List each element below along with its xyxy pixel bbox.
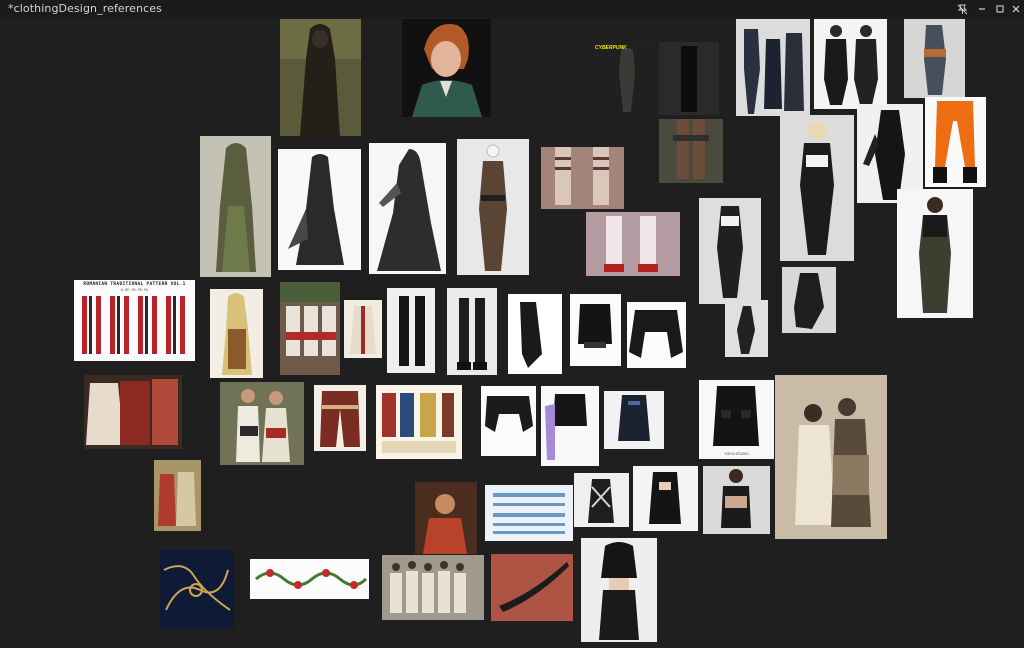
reference-image-corset-top[interactable] <box>703 466 770 534</box>
reference-image-bolero-jacket[interactable] <box>627 302 686 368</box>
reference-image-legs-boots[interactable] <box>659 119 723 183</box>
reference-image-hooded-ranger-forest[interactable] <box>280 19 361 136</box>
reference-image-cutout-bodysuit[interactable] <box>633 466 698 531</box>
reference-image-painted-costume-pair[interactable] <box>154 460 201 531</box>
pin-off-icon[interactable] <box>952 0 972 18</box>
reference-image-redhead-jacket-portrait[interactable] <box>402 19 491 117</box>
reference-image-harness-top[interactable] <box>574 473 629 527</box>
pattern-poster-title: ROMANIAN TRADITIONAL PATTERN VOL.1 <box>83 282 186 287</box>
reference-image-arm-sleeve[interactable] <box>508 294 562 374</box>
reference-canvas[interactable]: CYBERPUNK ROMANIAN TRADITIONAL PATTERN V… <box>0 18 1024 648</box>
reference-image-hooded-crouch[interactable] <box>782 267 836 333</box>
reference-image-embroidered-garments-rack[interactable] <box>84 375 182 449</box>
reference-image-techwear-turnaround[interactable] <box>736 19 810 116</box>
reference-image-lilac-arm-top[interactable] <box>541 386 599 466</box>
pattern-poster-subtitle: A.DE.VR.PR.PA <box>120 288 149 292</box>
reference-image-action-pose-figure[interactable] <box>725 300 768 357</box>
reference-image-knee-socks[interactable] <box>586 212 680 276</box>
reference-image-embroidered-shirt[interactable] <box>344 300 382 358</box>
reference-image-crop-top-black[interactable] <box>570 294 621 366</box>
reference-image-utility-figure[interactable] <box>904 19 965 98</box>
reference-image-costume-plate[interactable] <box>376 385 462 459</box>
reference-image-cloaked-figure-sketch[interactable] <box>369 143 446 274</box>
reference-image-platform-boots[interactable] <box>447 288 497 375</box>
reference-image-romanian-costume-woman[interactable] <box>210 289 263 378</box>
reference-image-cyberpunk-characters[interactable]: CYBERPUNK <box>591 42 719 115</box>
reference-image-cap-cargo-figure[interactable] <box>897 189 973 318</box>
reference-image-orange-cargo-pants[interactable] <box>925 97 986 187</box>
window-title: *clothingDesign_references <box>8 2 162 15</box>
reference-image-bodysuit-blue[interactable] <box>604 391 664 449</box>
minimize-icon[interactable] <box>972 0 992 18</box>
reference-image-romanian-pattern-poster[interactable]: ROMANIAN TRADITIONAL PATTERN VOL.1 A.DE.… <box>74 280 195 361</box>
window-titlebar[interactable]: *clothingDesign_references <box>0 0 1024 18</box>
close-icon[interactable] <box>1006 0 1024 18</box>
reference-image-leather-shrug[interactable] <box>481 386 536 456</box>
reference-image-strappy-top-figure[interactable] <box>699 198 761 304</box>
reference-image-mannequin-outfit[interactable] <box>457 139 529 275</box>
cyberpunk-logo-text: CYBERPUNK <box>595 45 627 51</box>
reference-image-vintage-group-photo[interactable] <box>382 555 484 620</box>
reference-image-baroque-gold-pattern[interactable] <box>160 550 234 628</box>
vest-tag-text: YOHJI STUDIO <box>724 452 749 456</box>
reference-image-blade-on-silk[interactable] <box>491 554 573 621</box>
reference-image-thigh-boots[interactable] <box>387 288 435 373</box>
reference-image-folk-dancers-group[interactable] <box>280 282 340 375</box>
reference-image-blue-embroidery-bands[interactable] <box>485 485 573 541</box>
reference-image-utility-vest[interactable]: YOHJI STUDIO <box>699 380 774 459</box>
reference-image-hooded-sketch-green[interactable] <box>200 136 271 277</box>
reference-image-techwear-duo[interactable] <box>814 19 887 109</box>
reference-image-painted-girl-portrait[interactable] <box>415 482 477 554</box>
reference-image-hooded-crop-outfit[interactable] <box>581 538 657 642</box>
reference-image-dark-ranger-sketch[interactable] <box>278 149 361 270</box>
reference-image-floral-border[interactable] <box>250 559 369 599</box>
reference-image-striped-socks[interactable] <box>541 147 624 209</box>
reference-image-woven-trousers[interactable] <box>314 385 366 451</box>
reference-image-vintage-folk-portrait[interactable] <box>775 375 887 539</box>
reference-image-folk-couple[interactable] <box>220 382 304 465</box>
reference-image-blonde-techwear[interactable] <box>780 115 854 261</box>
